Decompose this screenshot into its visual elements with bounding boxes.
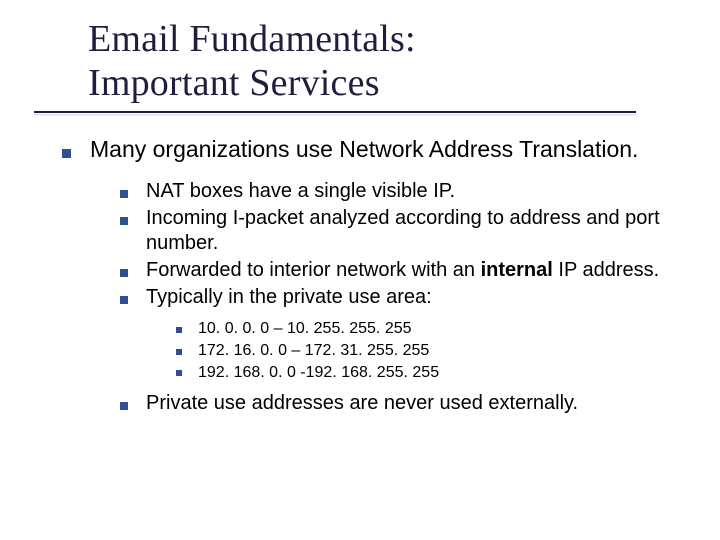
title-line-2: Important Services [88,62,380,104]
square-bullet-icon [120,296,128,304]
list-item: Incoming I-packet analyzed according to … [120,206,682,256]
square-bullet-icon [62,149,71,158]
list-item-text: Typically in the private use area: [146,286,432,308]
list-item-text: Private use addresses are never used ext… [146,392,578,414]
list-item: 192. 168. 0. 0 -192. 168. 255. 255 [176,362,682,384]
square-bullet-icon [120,217,128,225]
list-item: 172. 16. 0. 0 – 172. 31. 255. 255 [176,340,682,362]
bullet-list-level2: NAT boxes have a single visible IP. Inco… [120,179,682,416]
list-item-text: 10. 0. 0. 0 – 10. 255. 255. 255 [198,320,412,337]
list-item: Many organizations use Network Address T… [62,135,682,416]
bullet-list-level3: 10. 0. 0. 0 – 10. 255. 255. 255 172. 16.… [176,318,682,383]
list-item: Typically in the private use area: 10. 0… [120,285,682,383]
square-bullet-icon [176,370,182,376]
list-item-text: 192. 168. 0. 0 -192. 168. 255. 255 [198,364,439,381]
title-line-1: Email Fundamentals: [88,18,416,60]
square-bullet-icon [120,269,128,277]
list-item-text: 172. 16. 0. 0 – 172. 31. 255. 255 [198,342,429,359]
square-bullet-icon [120,190,128,198]
square-bullet-icon [176,349,182,355]
list-item: Forwarded to interior network with an in… [120,258,682,283]
list-item-text: Forwarded to interior network with an in… [146,259,659,281]
list-item-text: Many organizations use Network Address T… [90,136,638,162]
list-item-text: Incoming I-packet analyzed according to … [146,207,660,254]
list-item: NAT boxes have a single visible IP. [120,179,682,204]
bullet-list-level1: Many organizations use Network Address T… [92,135,682,416]
slide: Email Fundamentals: Important Services M… [0,0,720,540]
square-bullet-icon [120,402,128,410]
list-item: Private use addresses are never used ext… [120,391,682,416]
square-bullet-icon [176,327,182,333]
title-underline [34,111,636,113]
slide-title: Email Fundamentals: Important Services [88,18,682,105]
list-item: 10. 0. 0. 0 – 10. 255. 255. 255 [176,318,682,340]
list-item-text: NAT boxes have a single visible IP. [146,180,455,202]
